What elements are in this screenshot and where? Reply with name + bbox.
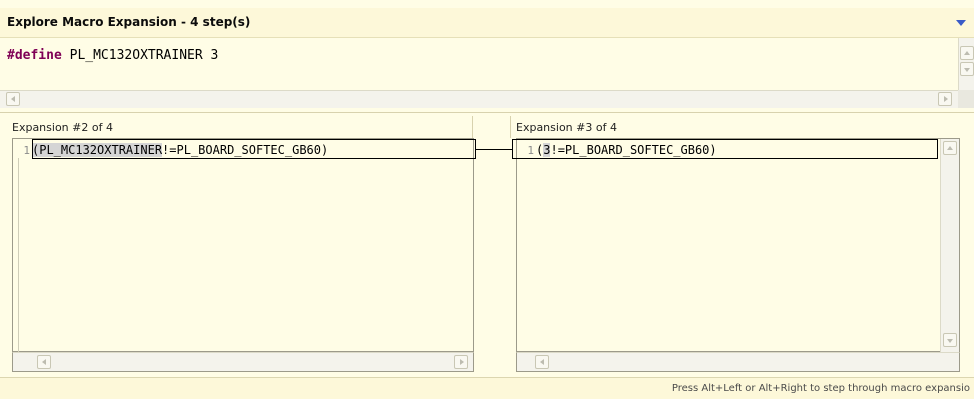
scroll-corner	[958, 90, 974, 108]
status-hint-text: Press Alt+Left or Alt+Right to step thro…	[671, 383, 970, 394]
left-expansion-editor[interactable]: 1 (PL_MC132OXTRAINER!=PL_BOARD_SOFTEC_GB6…	[12, 138, 474, 352]
define-text: PL_MC132OXTRAINER 3	[61, 48, 219, 63]
scroll-left-button[interactable]	[6, 92, 20, 106]
left-gutter-line	[18, 158, 19, 352]
right-horizontal-scrollbar[interactable]	[516, 352, 960, 372]
right-changed-region-box	[512, 139, 938, 159]
define-line: #define PL_MC132OXTRAINER 3	[7, 48, 218, 63]
arrow-left-icon	[11, 96, 15, 102]
arrow-up-icon	[964, 51, 970, 55]
label-divider	[472, 116, 473, 138]
scroll-left-button[interactable]	[535, 355, 549, 369]
status-bar: Press Alt+Left or Alt+Right to step thro…	[0, 377, 974, 399]
define-vertical-scrollbar[interactable]	[958, 38, 974, 90]
scroll-up-button[interactable]	[960, 46, 974, 60]
expansion-connector-line	[476, 149, 512, 150]
define-source-editor[interactable]: #define PL_MC132OXTRAINER 3	[0, 38, 958, 90]
scroll-right-button[interactable]	[454, 355, 468, 369]
left-expansion-label: Expansion #2 of 4	[12, 121, 113, 134]
arrow-left-icon	[42, 359, 46, 365]
arrow-left-icon	[540, 359, 544, 365]
view-header: Explore Macro Expansion - 4 step(s)	[0, 8, 974, 38]
label-divider	[510, 116, 511, 138]
right-vertical-scrollbar[interactable]	[940, 139, 959, 352]
divider	[0, 112, 974, 113]
arrow-up-icon	[947, 146, 953, 150]
arrow-down-icon	[947, 339, 953, 343]
scroll-left-button[interactable]	[37, 355, 51, 369]
left-horizontal-scrollbar[interactable]	[12, 352, 474, 372]
clipped-top-text: ⁠	[0, 0, 974, 4]
scroll-down-button[interactable]	[943, 333, 957, 347]
arrow-right-icon	[460, 359, 464, 365]
arrow-down-icon	[964, 68, 970, 72]
view-title: Explore Macro Expansion - 4 step(s)	[7, 15, 251, 29]
define-keyword: #define	[7, 48, 62, 63]
view-menu-chevron-icon[interactable]	[956, 20, 966, 26]
arrow-right-icon	[944, 96, 948, 102]
scroll-down-button[interactable]	[960, 62, 974, 76]
scroll-up-button[interactable]	[943, 141, 957, 155]
define-horizontal-scrollbar[interactable]	[0, 90, 958, 108]
left-changed-region-box	[32, 139, 476, 159]
line-number: 1	[23, 144, 30, 157]
scroll-right-button[interactable]	[938, 92, 952, 106]
right-expansion-label: Expansion #3 of 4	[516, 121, 617, 134]
right-expansion-editor[interactable]: 1 (3!=PL_BOARD_SOFTEC_GB60)	[516, 138, 960, 352]
